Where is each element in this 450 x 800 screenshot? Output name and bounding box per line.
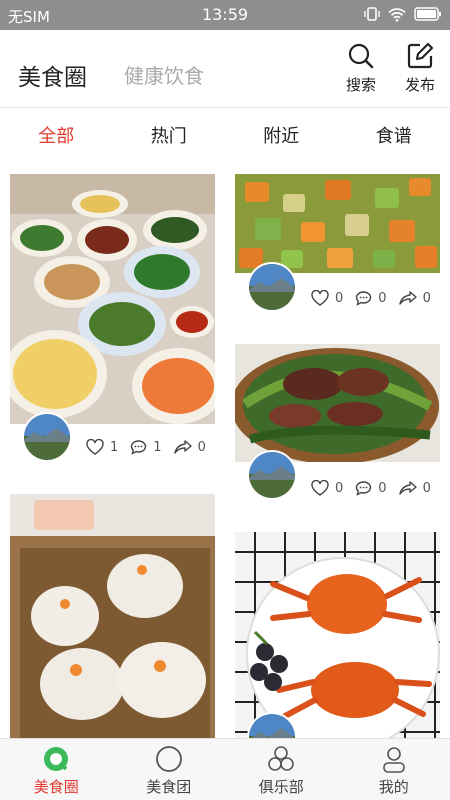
heart-icon: [86, 439, 104, 455]
nav-food-circle[interactable]: 美食圈: [0, 739, 113, 800]
comment-stat[interactable]: 1: [130, 439, 162, 455]
nav-food-group[interactable]: 美食团: [113, 739, 226, 800]
tab-popular[interactable]: 热门: [113, 108, 226, 168]
search-icon: [348, 43, 374, 69]
share-icon: [398, 481, 417, 495]
post-stats: 0 0 0: [311, 290, 431, 306]
app-header: 美食圈 健康饮食 搜索 发布: [0, 30, 450, 108]
status-bar: 无SIM 13:59: [0, 0, 450, 30]
post-card[interactable]: [10, 494, 215, 738]
landscape-avatar-image: [249, 452, 295, 498]
post-card[interactable]: 0 0 0: [235, 174, 440, 314]
circle-icon: [155, 746, 182, 772]
user-icon: [382, 747, 405, 773]
secondary-title-tab[interactable]: 健康饮食: [124, 60, 204, 89]
nav-label: 美食圈: [33, 778, 79, 796]
stir-fried-vegetables-photo: [235, 174, 440, 273]
steamed-crabs-photo: [235, 532, 440, 738]
bottom-navigation: 美食圈 美食团 俱乐部 我的: [0, 738, 450, 800]
post-stats: 0 0 0: [311, 480, 431, 496]
heart-icon: [311, 290, 329, 306]
battery-icon: [414, 7, 441, 21]
group-icon: [268, 746, 295, 771]
like-stat[interactable]: 0: [311, 480, 343, 496]
post-card[interactable]: 1 1 0: [10, 174, 215, 470]
vibrate-icon: [364, 7, 380, 21]
comment-stat[interactable]: 0: [355, 480, 387, 496]
share-icon: [173, 440, 192, 454]
post-card[interactable]: 0 0 0: [235, 344, 440, 504]
post-stats: 1 1 0: [86, 439, 206, 455]
search-button[interactable]: 搜索: [339, 42, 383, 95]
like-stat[interactable]: 0: [311, 290, 343, 306]
tab-all[interactable]: 全部: [0, 108, 113, 168]
wifi-icon: [388, 7, 406, 22]
avatar[interactable]: [247, 450, 297, 500]
share-stat[interactable]: 0: [173, 439, 206, 455]
share-stat[interactable]: 0: [398, 290, 431, 306]
publish-button[interactable]: 发布: [398, 42, 442, 95]
table-of-dishes-photo: [10, 174, 215, 424]
post-photo[interactable]: [10, 174, 215, 424]
share-stat[interactable]: 0: [398, 480, 431, 496]
nav-mine[interactable]: 我的: [338, 739, 450, 800]
page-title: 美食圈: [18, 65, 87, 91]
post-photo[interactable]: [235, 532, 440, 738]
nav-label: 我的: [378, 778, 409, 796]
comment-icon: [131, 440, 147, 455]
post-card[interactable]: [235, 532, 440, 762]
food-circle-icon: [44, 747, 69, 771]
tab-nearby[interactable]: 附近: [225, 108, 338, 168]
landscape-avatar-image: [24, 414, 70, 460]
nav-label: 俱乐部: [258, 778, 304, 796]
comment-stat[interactable]: 0: [355, 290, 387, 306]
nav-label: 美食团: [146, 778, 192, 796]
like-stat[interactable]: 1: [86, 439, 118, 455]
shrimp-dumplings-photo: [10, 494, 215, 738]
edit-icon: [407, 42, 434, 69]
avatar[interactable]: [247, 262, 297, 312]
share-icon: [398, 291, 417, 305]
beef-with-greens-photo: [235, 344, 440, 462]
tab-recipes[interactable]: 食谱: [338, 108, 450, 168]
comment-icon: [356, 481, 372, 496]
category-tabs: 全部 热门 附近 食谱: [0, 108, 450, 168]
search-label: 搜索: [345, 76, 376, 94]
nav-club[interactable]: 俱乐部: [225, 739, 338, 800]
post-photo[interactable]: [10, 494, 215, 738]
post-photo[interactable]: [235, 344, 440, 462]
status-icons: [364, 6, 442, 22]
comment-icon: [356, 291, 372, 306]
post-photo[interactable]: [235, 174, 440, 273]
heart-icon: [311, 480, 329, 496]
publish-label: 发布: [404, 76, 435, 94]
avatar[interactable]: [22, 412, 72, 462]
landscape-avatar-image: [249, 264, 295, 310]
